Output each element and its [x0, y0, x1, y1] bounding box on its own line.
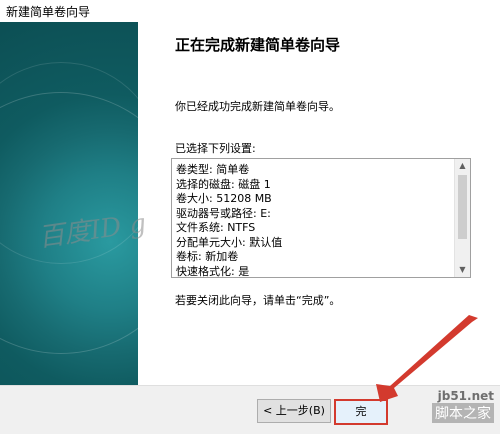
- title-bar: 新建简单卷向导: [0, 0, 500, 23]
- settings-item-volume-type: 卷类型: 简单卷: [176, 163, 250, 176]
- site-watermark: jb51.net 脚本之家: [432, 389, 494, 423]
- site-url-watermark: jb51.net: [437, 389, 494, 403]
- settings-item-quick-format: 快速格式化: 是: [176, 264, 250, 278]
- scroll-thumb[interactable]: [458, 175, 467, 239]
- scroll-up-icon[interactable]: ▲: [455, 159, 470, 173]
- window-title: 新建简单卷向导: [6, 5, 91, 19]
- settings-listbox[interactable]: 卷类型: 简单卷 选择的磁盘: 磁盘 1 卷大小: 51208 MB 驱动器号或…: [171, 158, 471, 278]
- wizard-content: 正在完成新建简单卷向导 你已经成功完成新建简单卷向导。 已选择下列设置: 卷类型…: [138, 22, 500, 385]
- site-name-watermark: 脚本之家: [432, 403, 494, 423]
- wizard-side-graphic: [0, 22, 192, 385]
- scroll-down-icon[interactable]: ▼: [455, 263, 470, 277]
- settings-list: 卷类型: 简单卷 选择的磁盘: 磁盘 1 卷大小: 51208 MB 驱动器号或…: [176, 163, 446, 279]
- settings-label: 已选择下列设置:: [175, 142, 256, 155]
- settings-item-drive-letter: 驱动器号或路径: E:: [176, 206, 271, 220]
- settings-scrollbar[interactable]: ▲ ▼: [454, 159, 470, 277]
- finish-button[interactable]: 完: [334, 399, 388, 425]
- success-message: 你已经成功完成新建简单卷向导。: [175, 100, 340, 113]
- settings-item-volume-label: 卷标: 新加卷: [176, 250, 239, 263]
- wizard-footer: < 上一步(B) 完: [0, 385, 500, 434]
- settings-item-allocation-unit: 分配单元大小: 默认值: [176, 235, 283, 249]
- page-heading: 正在完成新建简单卷向导: [175, 36, 341, 54]
- finish-hint: 若要关闭此向导，请单击“完成”。: [175, 294, 341, 307]
- back-button[interactable]: < 上一步(B): [257, 399, 331, 423]
- settings-item-file-system: 文件系统: NTFS: [176, 221, 256, 234]
- settings-item-disk: 选择的磁盘: 磁盘 1: [176, 177, 271, 191]
- settings-item-volume-size: 卷大小: 51208 MB: [176, 192, 272, 205]
